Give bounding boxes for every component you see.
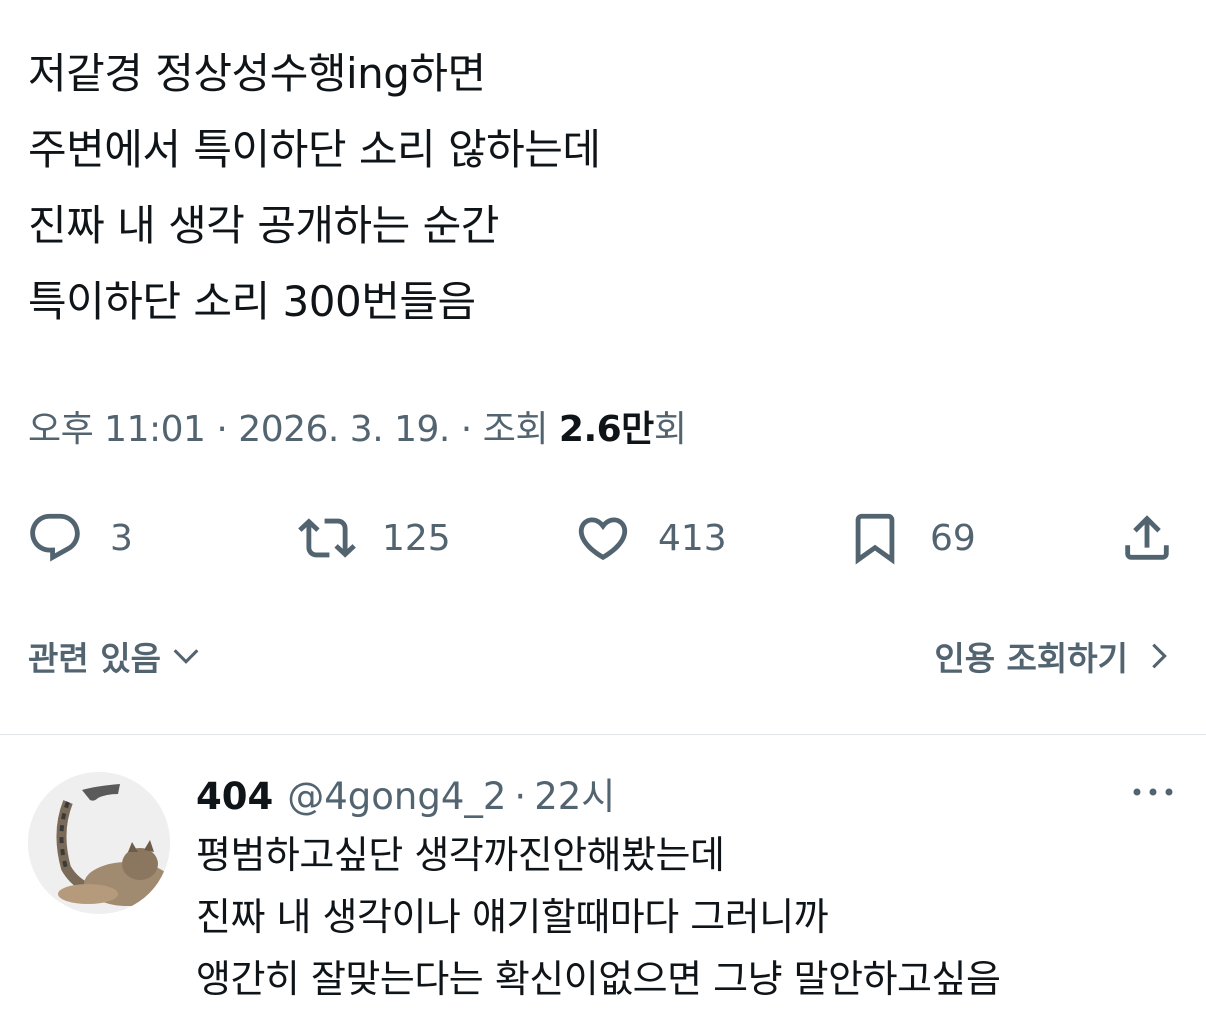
tweet-time[interactable]: 오후 11:01: [28, 409, 206, 450]
reply-line: 평범하고싶단 생각까진안해봤는데: [196, 833, 725, 877]
reply-author-handle[interactable]: @4gong4_2: [287, 775, 506, 818]
more-options-button[interactable]: [1130, 780, 1176, 804]
meta-separator: ·: [216, 409, 228, 450]
like-count: 413: [658, 517, 727, 559]
cat-avatar-image: [28, 772, 170, 914]
more-icon: [1133, 788, 1173, 796]
divider: [0, 734, 1206, 735]
views-label: 조회: [482, 409, 549, 450]
share-button[interactable]: [1118, 500, 1176, 576]
meta-separator: ·: [514, 775, 527, 818]
action-bar: 3 125 413 69: [0, 500, 1206, 576]
reply-line: 앵간히 잘맞는다는 확신이없으면 그냥 말안하고싶음: [196, 957, 1001, 1001]
tweet-text: 저같경 정상성수행ing하면 주변에서 특이하단 소리 않하는데 진짜 내 생각…: [28, 36, 601, 340]
tweet-line: 진짜 내 생각 공개하는 순간: [28, 201, 499, 250]
reply-header: 404 @4gong4_2 · 22시: [196, 766, 615, 820]
retweet-count: 125: [382, 517, 451, 559]
tweet-line: 주변에서 특이하단 소리 않하는데: [28, 125, 601, 174]
bookmark-icon: [855, 513, 895, 565]
related-dropdown[interactable]: 관련 있음: [28, 632, 203, 680]
tweet-meta: 오후 11:01 · 2026. 3. 19. · 조회 2.6만회: [28, 400, 687, 452]
bookmark-button[interactable]: 69: [846, 500, 976, 576]
reply-icon: [30, 513, 80, 562]
reply-button[interactable]: 3: [26, 500, 133, 576]
reply-author-name[interactable]: 404: [196, 775, 273, 818]
quotes-label: 인용 조회하기: [934, 639, 1128, 678]
tweet-date[interactable]: 2026. 3. 19.: [238, 409, 450, 450]
meta-separator: ·: [460, 409, 472, 450]
share-icon: [1125, 515, 1169, 560]
related-label: 관련 있음: [28, 639, 161, 678]
bookmark-count: 69: [930, 517, 976, 559]
views-count: 2.6만: [558, 409, 654, 450]
tweet-line: 특이하단 소리 300번들음: [28, 277, 476, 326]
heart-icon: [578, 517, 628, 561]
chevron-right-icon: [1152, 643, 1167, 669]
like-button[interactable]: 413: [574, 500, 727, 576]
reply-time[interactable]: 22시: [534, 766, 615, 820]
tweet-line: 저같경 정상성수행ing하면: [28, 49, 486, 98]
view-quotes-link[interactable]: 인용 조회하기: [934, 632, 1176, 680]
reply-line: 진짜 내 생각이나 얘기할때마다 그러니까: [196, 895, 829, 939]
reply-count: 3: [110, 517, 133, 559]
retweet-button[interactable]: 125: [298, 500, 451, 576]
retweet-icon: [298, 518, 356, 558]
reply-text: 평범하고싶단 생각까진안해봤는데 진짜 내 생각이나 얘기할때마다 그러니까 앵…: [196, 824, 1001, 1010]
chevron-down-icon: [173, 649, 199, 664]
avatar[interactable]: [28, 772, 170, 914]
views-suffix: 회: [653, 409, 687, 450]
